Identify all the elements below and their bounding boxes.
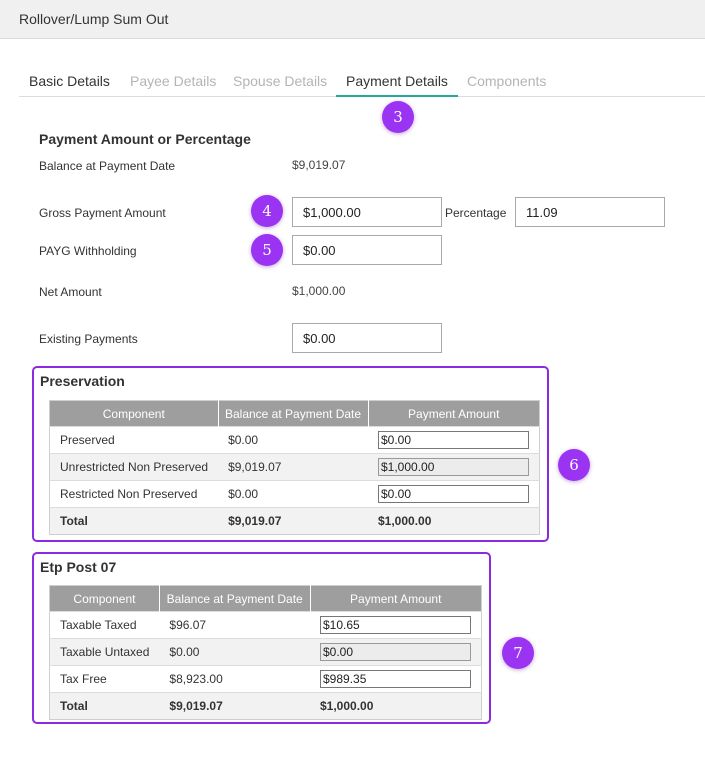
tax-free-payment-input[interactable]: [320, 670, 471, 688]
balance-label: Balance at Payment Date: [39, 159, 176, 173]
table-row: Tax Free $8,923.00: [49, 665, 482, 693]
payment-cell: [368, 453, 540, 481]
table-row: Taxable Taxed $96.07: [49, 611, 482, 639]
total-row: Total $9,019.07 $1,000.00: [49, 692, 482, 720]
existing-payments-label: Existing Payments: [39, 332, 138, 346]
payment-cell: [368, 480, 540, 508]
payment-cell: [310, 638, 482, 666]
payg-input[interactable]: [292, 235, 442, 265]
step-badge-5: 5: [251, 234, 283, 266]
preservation-table: Component Balance at Payment Date Paymen…: [49, 400, 540, 535]
column-header: Payment Amount: [368, 400, 540, 427]
gross-payment-input[interactable]: [292, 197, 442, 227]
payment-section-title: Payment Amount or Percentage: [39, 131, 251, 147]
component-cell: Unrestricted Non Preserved: [49, 453, 219, 481]
payment-cell: [368, 426, 540, 454]
balance-cell: $0.00: [159, 638, 310, 666]
preservation-title: Preservation: [40, 373, 125, 389]
net-amount-label: Net Amount: [39, 285, 102, 299]
component-cell: Preserved: [49, 426, 219, 454]
total-balance: $9,019.07: [218, 507, 368, 535]
column-header: Balance at Payment Date: [218, 400, 369, 427]
percentage-input[interactable]: [515, 197, 665, 227]
existing-payments-input[interactable]: [292, 323, 442, 353]
tab-basic-details[interactable]: Basic Details: [29, 66, 110, 97]
table-row: Preserved $0.00: [49, 426, 540, 454]
payment-cell: [310, 665, 482, 693]
preserved-payment-input[interactable]: [378, 431, 529, 449]
net-amount-value: $1,000.00: [292, 284, 346, 298]
column-header: Component: [49, 400, 219, 427]
balance-cell: $0.00: [218, 480, 368, 508]
total-row: Total $9,019.07 $1,000.00: [49, 507, 540, 535]
step-badge-4: 4: [251, 195, 283, 227]
tab-components[interactable]: Components: [467, 66, 546, 97]
table-row: Restricted Non Preserved $0.00: [49, 480, 540, 508]
tab-spouse-details[interactable]: Spouse Details: [233, 66, 327, 97]
component-cell: Restricted Non Preserved: [49, 480, 219, 508]
etp-panel: Etp Post 07 Component Balance at Payment…: [32, 552, 491, 724]
payg-label: PAYG Withholding: [39, 244, 137, 258]
total-payment: $1,000.00: [368, 507, 540, 535]
total-label: Total: [49, 692, 160, 720]
column-header: Balance at Payment Date: [159, 585, 311, 612]
payment-cell: [310, 611, 482, 639]
column-header: Payment Amount: [310, 585, 482, 612]
step-badge-3: 3: [382, 101, 414, 133]
percentage-label: Percentage: [445, 206, 507, 220]
balance-cell: $9,019.07: [218, 453, 368, 481]
balance-cell: $0.00: [218, 426, 368, 454]
component-cell: Tax Free: [49, 665, 160, 693]
component-cell: Taxable Taxed: [49, 611, 160, 639]
restricted-payment-input[interactable]: [378, 485, 529, 503]
table-row: Taxable Untaxed $0.00: [49, 638, 482, 666]
balance-cell: $96.07: [159, 611, 310, 639]
etp-title: Etp Post 07: [40, 559, 117, 575]
unrestricted-payment-input: [378, 458, 529, 476]
column-header: Component: [49, 585, 160, 612]
table-row: Unrestricted Non Preserved $9,019.07: [49, 453, 540, 481]
taxable-untaxed-payment-input: [320, 643, 471, 661]
step-badge-7: 7: [502, 637, 534, 669]
total-balance: $9,019.07: [159, 692, 310, 720]
taxable-taxed-payment-input[interactable]: [320, 616, 471, 634]
gross-payment-label: Gross Payment Amount: [39, 206, 166, 220]
balance-cell: $8,923.00: [159, 665, 310, 693]
step-badge-6: 6: [558, 449, 590, 481]
tab-payment-details[interactable]: Payment Details: [336, 66, 458, 97]
window-title: Rollover/Lump Sum Out: [0, 0, 705, 39]
component-cell: Taxable Untaxed: [49, 638, 160, 666]
tab-bar: Basic Details Payee Details Spouse Detai…: [19, 66, 705, 97]
total-label: Total: [49, 507, 219, 535]
balance-value: $9,019.07: [292, 158, 346, 172]
total-payment: $1,000.00: [310, 692, 482, 720]
preservation-panel: Preservation Component Balance at Paymen…: [32, 366, 549, 542]
etp-table: Component Balance at Payment Date Paymen…: [49, 585, 482, 720]
tab-payee-details[interactable]: Payee Details: [130, 66, 216, 97]
